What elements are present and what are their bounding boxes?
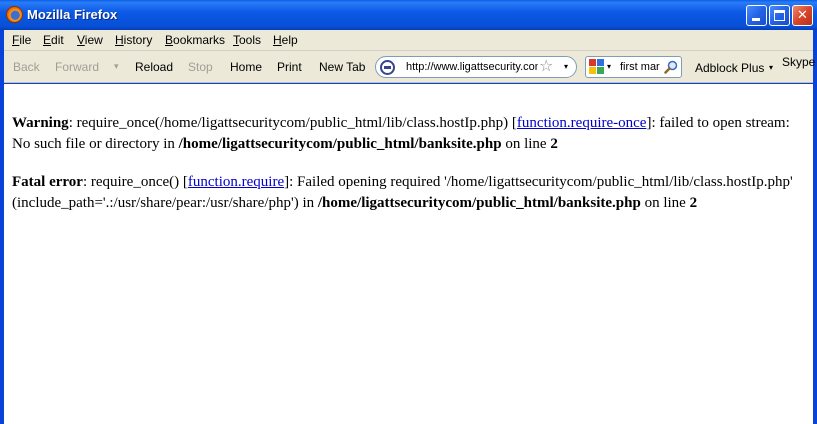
fatal-text-1: : require_once() [	[82, 174, 188, 190]
search-engine-dropdown[interactable]: ▾	[607, 62, 611, 71]
home-button[interactable]: Home	[230, 60, 262, 74]
warning-text-1: : require_once(/home/ligattsecuritycom/p…	[68, 115, 517, 131]
reload-button[interactable]: Reload	[135, 60, 173, 74]
menu-file[interactable]: File	[12, 33, 31, 47]
fatal-error-label: Fatal error	[12, 174, 83, 190]
forward-button[interactable]: Forward	[55, 60, 99, 74]
require-once-doc-link[interactable]: function.require-once	[517, 115, 647, 131]
menu-view[interactable]: View	[77, 33, 103, 47]
address-bar[interactable]: http://www.ligattsecurity.com/banksite.p…	[375, 56, 577, 78]
require-doc-link[interactable]: function.require	[188, 174, 284, 190]
firefox-icon	[6, 6, 23, 23]
print-button[interactable]: Print	[277, 60, 302, 74]
adblock-dropdown[interactable]: ▾	[769, 63, 773, 72]
warning-text-3: on line	[501, 136, 551, 152]
url-input[interactable]: http://www.ligattsecurity.com/banksite.p…	[406, 61, 538, 73]
menu-tools[interactable]: Tools	[233, 33, 261, 47]
warning-label: Warning	[12, 115, 69, 131]
menu-bar: File Edit View History Bookmarks Tools H…	[4, 30, 813, 51]
close-icon: ✕	[797, 7, 808, 22]
warning-file-path: /home/ligattsecuritycom/public_html/bank…	[178, 136, 502, 152]
browser-window: Mozilla Firefox ✕ File Edit View History…	[0, 0, 817, 424]
php-warning-message: Warning: require_once(/home/ligattsecuri…	[12, 113, 802, 155]
maximize-button[interactable]	[769, 5, 790, 26]
menu-help[interactable]: Help	[273, 33, 298, 47]
menu-history[interactable]: History	[115, 33, 152, 47]
search-input[interactable]: first mar	[620, 61, 662, 73]
search-bar[interactable]: ▾ first mar	[585, 56, 682, 78]
magnifier-icon[interactable]	[664, 60, 678, 74]
title-bar: Mozilla Firefox ✕	[0, 0, 817, 30]
window-title: Mozilla Firefox	[27, 7, 118, 22]
maximize-icon	[774, 10, 785, 21]
fatal-text-3: on line	[640, 195, 690, 211]
php-fatal-error-message: Fatal error: require_once() [function.re…	[12, 172, 802, 214]
navigation-toolbar: Back Forward ▾ Reload Stop Home Print Ne…	[4, 51, 815, 83]
site-identity-icon[interactable]	[380, 60, 395, 75]
menu-edit[interactable]: Edit	[43, 33, 64, 47]
bookmark-star-icon[interactable]: ☆	[539, 58, 553, 76]
page-content: Warning: require_once(/home/ligattsecuri…	[4, 84, 813, 424]
adblock-plus-button[interactable]: Adblock Plus	[695, 61, 764, 75]
new-tab-button[interactable]: New Tab	[319, 60, 365, 74]
url-history-dropdown[interactable]: ▾	[564, 62, 568, 71]
menu-bookmarks[interactable]: Bookmarks	[165, 33, 225, 47]
fatal-line-number: 2	[689, 195, 698, 211]
google-search-engine-icon[interactable]	[589, 59, 605, 75]
stop-button[interactable]: Stop	[188, 60, 213, 74]
back-button[interactable]: Back	[13, 60, 40, 74]
minimize-icon	[752, 18, 760, 21]
fatal-file-path: /home/ligattsecuritycom/public_html/bank…	[317, 195, 641, 211]
close-button[interactable]: ✕	[792, 5, 813, 26]
forward-history-dropdown[interactable]: ▾	[114, 61, 119, 72]
minimize-button[interactable]	[746, 5, 767, 26]
warning-line-number: 2	[550, 136, 558, 152]
skype-button[interactable]: Skype	[782, 55, 815, 69]
